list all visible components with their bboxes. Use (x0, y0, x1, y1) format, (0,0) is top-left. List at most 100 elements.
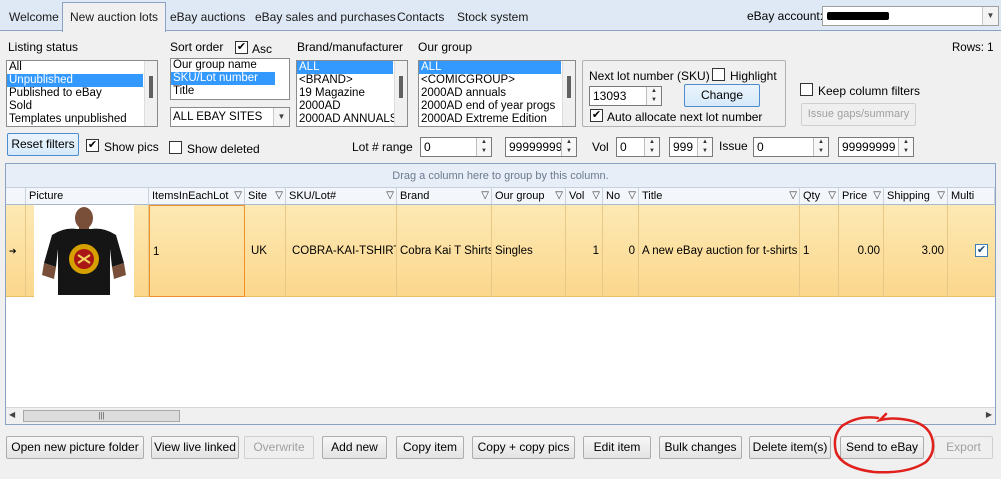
filter-icon[interactable]: ▽ (481, 188, 489, 204)
show-deleted-checkbox[interactable] (169, 141, 182, 154)
tab-contacts[interactable]: Contacts (390, 4, 451, 31)
reset-filters-button[interactable]: Reset filters (7, 133, 79, 156)
list-item[interactable]: Published to eBay (7, 87, 143, 100)
title-cell[interactable]: A new eBay auction for t-shirts (639, 205, 800, 297)
column-header-qty[interactable]: Qty ▽ (800, 188, 839, 205)
vol-cell[interactable]: 1 (566, 205, 603, 297)
list-item[interactable]: All (7, 61, 143, 74)
column-header-price[interactable]: Price ▽ (839, 188, 884, 205)
our-group-list[interactable]: ALL <COMICGROUP> 2000AD annuals 2000AD e… (418, 60, 576, 127)
open-new-picture-folder-button[interactable]: Open new picture folder (6, 436, 144, 459)
column-header-sku[interactable]: SKU/Lot# ▽ (286, 188, 397, 205)
list-item[interactable]: 2000AD ANNUALS (297, 113, 397, 126)
change-button[interactable]: Change (684, 84, 760, 107)
tab-new-auction-lots[interactable]: New auction lots (62, 2, 167, 32)
multi-checkbox[interactable]: ✔ (975, 244, 988, 257)
price-cell[interactable]: 0.00 (839, 205, 884, 297)
picture-cell[interactable] (26, 205, 149, 297)
delete-items-button[interactable]: Delete item(s) (749, 436, 831, 459)
show-pics-checkbox[interactable]: ✔ (86, 139, 99, 152)
qty-cell[interactable]: 1 (800, 205, 839, 297)
issue-to-input[interactable]: 99999999 ▲ ▼ (838, 137, 914, 157)
issue-from-input[interactable]: 0 ▲ ▼ (753, 137, 829, 157)
stepper-arrows[interactable]: ▲ ▼ (644, 138, 659, 156)
filter-icon[interactable]: ▽ (828, 188, 836, 204)
column-header-no[interactable]: No ▽ (603, 188, 639, 205)
tab-ebay-sales-purchases[interactable]: eBay sales and purchases (248, 4, 403, 31)
list-item[interactable]: Our group name (171, 59, 275, 72)
stepper-arrows[interactable]: ▲ ▼ (898, 138, 913, 156)
scroll-left-icon[interactable]: ◀ (9, 410, 15, 419)
vol-from-input[interactable]: 0 ▲ ▼ (616, 137, 660, 157)
issue-gaps-button[interactable]: Issue gaps/summary (801, 103, 916, 126)
tab-stock-system[interactable]: Stock system (450, 4, 535, 31)
column-header-shipping[interactable]: Shipping ▽ (884, 188, 948, 205)
multi-cell[interactable]: ✔ (948, 205, 995, 297)
column-header-title[interactable]: Title ▽ (639, 188, 800, 205)
view-live-linked-button[interactable]: View live linked (151, 436, 239, 459)
stepper-arrows[interactable]: ▲ ▼ (561, 138, 576, 156)
scrollbar[interactable] (144, 61, 157, 126)
export-button[interactable]: Export (934, 436, 993, 459)
list-item[interactable]: Unpublished (7, 74, 143, 87)
chevron-down-icon[interactable]: ▼ (982, 7, 998, 25)
column-header-vol[interactable]: Vol ▽ (566, 188, 603, 205)
filter-icon[interactable]: ▽ (275, 188, 283, 204)
list-item[interactable]: 19 Magazine (297, 87, 393, 100)
list-item[interactable]: <COMICGROUP> (419, 74, 561, 87)
no-cell[interactable]: 0 (603, 205, 639, 297)
scroll-right-icon[interactable]: ▶ (986, 410, 992, 419)
next-lot-input[interactable]: 13093 ▲ ▼ (589, 86, 662, 106)
copy-item-button[interactable]: Copy item (396, 436, 464, 459)
ebay-site-select[interactable]: ALL EBAY SITES ▼ (170, 107, 290, 127)
column-header-items-in-each-lot[interactable]: ItemsInEachLot ▽ (149, 188, 245, 205)
auction-lots-grid[interactable]: Drag a column here to group by this colu… (5, 163, 996, 425)
our-group-cell[interactable]: Singles (492, 205, 566, 297)
column-header-brand[interactable]: Brand ▽ (397, 188, 492, 205)
stepper-arrows[interactable]: ▲ ▼ (646, 87, 661, 105)
tab-welcome[interactable]: Welcome (2, 4, 66, 31)
group-by-panel[interactable]: Drag a column here to group by this colu… (6, 164, 995, 188)
stepper-arrows[interactable]: ▲ ▼ (697, 138, 712, 156)
list-item[interactable]: ALL (297, 61, 393, 74)
list-item[interactable]: 2000AD annuals (419, 87, 561, 100)
column-header-picture[interactable]: Picture (26, 188, 149, 205)
filter-icon[interactable]: ▽ (873, 188, 881, 204)
scrollbar[interactable] (562, 61, 575, 126)
highlight-checkbox[interactable] (712, 68, 725, 81)
items-in-each-lot-cell[interactable]: 1 (149, 205, 245, 297)
scroll-thumb[interactable]: ||| (23, 410, 180, 422)
tab-ebay-auctions[interactable]: eBay auctions (163, 4, 252, 31)
chevron-down-icon[interactable]: ▼ (273, 108, 289, 126)
list-item[interactable]: 2000AD (297, 100, 393, 113)
bulk-changes-button[interactable]: Bulk changes (659, 436, 742, 459)
stepper-arrows[interactable]: ▲ ▼ (476, 138, 491, 156)
list-item[interactable]: Templates unpublished (7, 113, 143, 126)
overwrite-button[interactable]: Overwrite (244, 436, 314, 459)
brand-list[interactable]: ALL <BRAND> 19 Magazine 2000AD 2000AD AN… (296, 60, 408, 127)
lot-from-input[interactable]: 0 ▲ ▼ (420, 137, 492, 157)
column-header-multi[interactable]: Multi (948, 188, 995, 205)
auto-allocate-checkbox[interactable]: ✔ (590, 109, 603, 122)
site-cell[interactable]: UK (245, 205, 286, 297)
filter-icon[interactable]: ▽ (386, 188, 394, 204)
scrollbar[interactable] (394, 61, 407, 126)
filter-icon[interactable]: ▽ (937, 188, 945, 204)
filter-icon[interactable]: ▽ (555, 188, 563, 204)
ebay-account-select[interactable]: ▼ (822, 6, 999, 26)
sku-cell[interactable]: COBRA-KAI-TSHIRTS (286, 205, 397, 297)
sort-order-list[interactable]: Our group name SKU/Lot number Title (170, 58, 290, 100)
list-item[interactable]: 2000AD end of year progs (419, 100, 561, 113)
edit-item-button[interactable]: Edit item (583, 436, 651, 459)
lot-to-input[interactable]: 99999999 ▲ ▼ (505, 137, 577, 157)
list-item[interactable]: Title (171, 85, 275, 98)
stepper-arrows[interactable]: ▲ ▼ (813, 138, 828, 156)
asc-checkbox[interactable]: ✔ (235, 41, 248, 54)
filter-icon[interactable]: ▽ (234, 188, 242, 204)
list-item[interactable]: SKU/Lot number (171, 72, 275, 85)
filter-icon[interactable]: ▽ (628, 188, 636, 204)
keep-column-filters-checkbox[interactable] (800, 83, 813, 96)
listing-status-list[interactable]: All Unpublished Published to eBay Sold T… (6, 60, 158, 127)
list-item[interactable]: 2000AD Extreme Edition (419, 113, 561, 126)
list-item[interactable]: Sold (7, 100, 143, 113)
